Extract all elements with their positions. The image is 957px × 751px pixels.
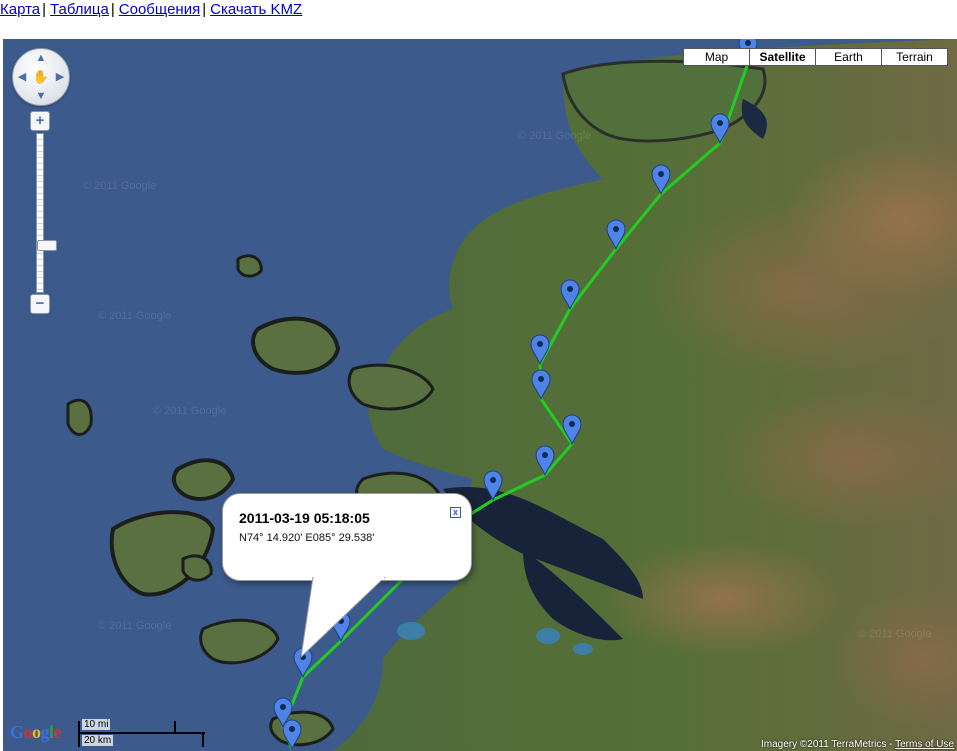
scale-metric-label: 20 km [82, 735, 114, 746]
map-watermark: © 2011 Google [83, 180, 156, 192]
island [66, 398, 93, 436]
logo-letter: o [23, 722, 33, 742]
map-type-terrain-button[interactable]: Terrain [881, 48, 948, 66]
logo-letter: e [53, 722, 62, 742]
info-window-pointer [300, 577, 386, 659]
map-watermark: © 2011 Google [153, 405, 226, 417]
island [181, 554, 213, 582]
map-watermark: © 2011 Google [858, 628, 931, 640]
map-type-satellite-button[interactable]: Satellite [749, 48, 816, 66]
satellite-map[interactable]: © 2011 Google © 2011 Google © 2011 Googl… [3, 39, 957, 751]
map-type-switcher: Map Satellite Earth Terrain [683, 48, 948, 66]
nav-separator: | [202, 1, 207, 18]
close-icon[interactable]: x [450, 507, 461, 518]
nav-separator: | [110, 1, 115, 18]
hand-icon[interactable]: ✋ [32, 68, 50, 86]
map-imagery[interactable]: © 2011 Google © 2011 Google © 2011 Googl… [3, 39, 957, 751]
info-window: 2011-03-19 05:18:05 N74° 14.920' E085° 2… [222, 493, 472, 581]
scale-imperial-label: 10 mi [82, 719, 111, 730]
zoom-in-button[interactable]: + [30, 111, 50, 131]
terms-of-use-link[interactable]: Terms of Use [895, 739, 954, 750]
pan-up-icon[interactable]: ▲ [34, 51, 48, 65]
map-watermark: © 2011 Google [518, 130, 591, 142]
logo-letter: g [40, 722, 50, 742]
zoom-control: + − [30, 111, 57, 317]
lake [573, 643, 593, 655]
logo-letter: G [10, 722, 24, 742]
google-logo[interactable]: Google [10, 722, 62, 743]
nav-link-messages[interactable]: Сообщения [119, 1, 200, 18]
zoom-slider-handle[interactable] [37, 240, 57, 251]
pan-left-icon[interactable]: ◀ [15, 70, 29, 84]
info-window-coordinates: N74° 14.920' E085° 29.538' [239, 532, 375, 544]
info-window-title: 2011-03-19 05:18:05 [239, 510, 370, 526]
terrain-highland [603, 539, 843, 659]
island [251, 316, 341, 375]
nav-separator: | [42, 1, 47, 18]
map-watermark: © 2011 Google [98, 310, 171, 322]
top-nav: Карта | Таблица | Сообщения | Скачать KMZ [0, 0, 302, 22]
map-watermark: © 2011 Google [98, 620, 171, 632]
pan-control: ▲ ▼ ◀ ▶ ✋ [12, 48, 70, 106]
zoom-slider[interactable] [36, 133, 57, 293]
map-type-map-button[interactable]: Map [683, 48, 750, 66]
lake [536, 628, 560, 644]
zoom-out-button[interactable]: − [30, 294, 50, 314]
attribution-text: Imagery ©2011 TerraMetrics - [761, 739, 893, 750]
pan-down-icon[interactable]: ▼ [34, 89, 48, 103]
logo-letter: o [32, 722, 41, 742]
map-type-earth-button[interactable]: Earth [815, 48, 882, 66]
pan-right-icon[interactable]: ▶ [53, 70, 67, 84]
imagery-attribution: Imagery ©2011 TerraMetrics - Terms of Us… [761, 739, 954, 750]
nav-link-download-kmz[interactable]: Скачать KMZ [210, 1, 302, 18]
nav-link-table[interactable]: Таблица [50, 1, 109, 18]
map-scale-bar: 10 mi 20 km [77, 719, 207, 749]
island [236, 254, 263, 278]
nav-link-map[interactable]: Карта [0, 1, 40, 18]
